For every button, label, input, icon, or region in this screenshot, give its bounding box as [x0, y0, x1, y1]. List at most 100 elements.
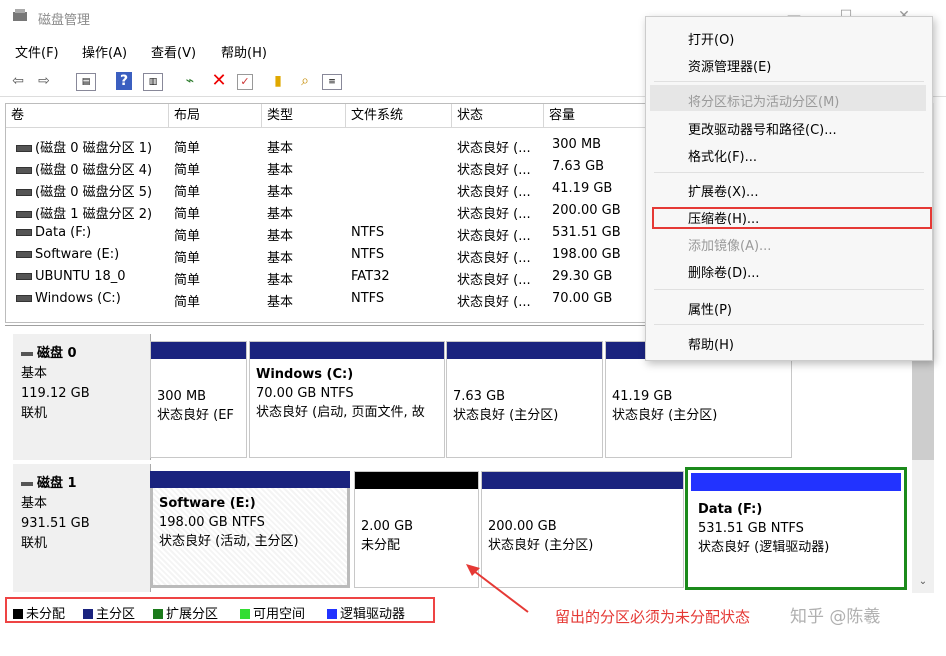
partition-size: 7.63 GB: [453, 389, 506, 404]
column-header-volume[interactable]: 卷: [6, 104, 169, 128]
menu-item-help[interactable]: 帮助(H): [688, 334, 734, 353]
menu-item-extend[interactable]: 扩展卷(X)...: [688, 181, 758, 200]
column-header-type[interactable]: 类型: [262, 104, 346, 128]
open-folder-icon[interactable]: ▮: [268, 71, 288, 91]
table-cell: 7.63 GB: [552, 159, 605, 174]
disk-status: 联机: [21, 406, 48, 421]
volume-name-cell: (磁盘 0 磁盘分区 5): [16, 181, 152, 200]
menu-action[interactable]: 操作(A): [82, 42, 127, 61]
menu-file[interactable]: 文件(F): [15, 42, 59, 61]
table-cell: 基本: [267, 251, 294, 266]
partition-disk0-1[interactable]: 300 MB 状态良好 (EF: [150, 341, 247, 458]
partition-size: 2.00 GB: [361, 519, 414, 534]
disk-icon: [21, 351, 33, 356]
legend: 未分配 主分区 扩展分区 可用空间 逻辑驱动器: [5, 597, 435, 623]
table-cell: FAT32: [351, 269, 390, 284]
partition-size: 300 MB: [157, 389, 207, 404]
column-header-filesystem[interactable]: 文件系统: [346, 104, 452, 128]
table-cell: 简单: [174, 185, 201, 200]
menu-separator: [654, 172, 924, 173]
partition-size: 198.00 GB NTFS: [159, 515, 265, 530]
table-cell: NTFS: [351, 225, 385, 240]
legend-primary: 主分区: [83, 603, 135, 622]
volume-icon: [16, 295, 32, 302]
shrink-highlight-box: [652, 207, 932, 229]
forward-arrow-icon[interactable]: ⇨: [34, 71, 54, 91]
volume-name-cell: UBUNTU 18_0: [16, 269, 126, 284]
disk-type: 基本: [21, 366, 48, 381]
annotation-text: 留出的分区必须为未分配状态: [555, 608, 751, 626]
table-cell: 基本: [267, 273, 294, 288]
menu-item-format[interactable]: 格式化(F)...: [688, 146, 757, 165]
menu-item-add-mirror: 添加镜像(A)...: [688, 239, 772, 254]
partition-bar: [691, 473, 901, 491]
partition-disk0-4[interactable]: 7.63 GB 状态良好 (主分区): [446, 341, 603, 458]
disk-type: 基本: [21, 496, 48, 511]
table-cell: 状态良好 (...: [457, 251, 531, 266]
checklist-icon[interactable]: ✓: [237, 74, 253, 90]
table-cell: 基本: [267, 295, 294, 310]
table-cell: 531.51 GB: [552, 225, 621, 240]
settings-panel-icon[interactable]: ≡: [322, 74, 342, 90]
partition-size: 41.19 GB: [612, 389, 673, 404]
properties-pane-icon[interactable]: ▥: [143, 73, 163, 91]
table-cell: 基本: [267, 141, 294, 156]
partition-data-f[interactable]: Data (F:) 531.51 GB NTFS 状态良好 (逻辑驱动器): [685, 467, 907, 590]
delete-icon[interactable]: ✕: [209, 71, 229, 91]
table-cell: 基本: [267, 207, 294, 222]
table-cell: 基本: [267, 185, 294, 200]
menu-help[interactable]: 帮助(H): [221, 42, 267, 61]
connect-drive-icon[interactable]: ⌁: [180, 71, 200, 91]
partition-bar: [355, 472, 478, 489]
disk-graphical-view: 磁盘 0 基本 119.12 GB 联机 300 MB 状态良好 (EF Win…: [5, 325, 909, 594]
volume-name-cell: Software (E:): [16, 247, 119, 262]
partition-software-e[interactable]: Software (E:) 198.00 GB NTFS 状态良好 (活动, 主…: [150, 471, 350, 588]
table-cell: 状态良好 (...: [457, 295, 531, 310]
partition-bar: [447, 342, 602, 359]
watermark: 知乎 @陈羲: [790, 607, 881, 627]
search-icon[interactable]: ⌕: [295, 71, 315, 91]
volume-name-cell: Windows (C:): [16, 291, 121, 306]
console-tree-icon[interactable]: ▤: [76, 73, 96, 91]
menu-item-delete[interactable]: 删除卷(D)...: [688, 262, 760, 281]
table-cell: 简单: [174, 141, 201, 156]
legend-logical: 逻辑驱动器: [327, 603, 405, 622]
help-icon[interactable]: ?: [116, 72, 132, 90]
menu-view[interactable]: 查看(V): [151, 42, 196, 61]
menu-item-properties[interactable]: 属性(P): [688, 299, 732, 318]
menu-item-mark-active: 将分区标记为活动分区(M): [688, 95, 840, 110]
legend-unallocated: 未分配: [13, 603, 65, 622]
disk-name: 磁盘 0: [37, 346, 77, 361]
menu-separator: [654, 81, 924, 82]
partition-status: 状态良好 (活动, 主分区): [159, 534, 299, 549]
volume-icon: [16, 189, 32, 196]
volume-icon: [16, 167, 32, 174]
column-header-layout[interactable]: 布局: [169, 104, 262, 128]
column-header-status[interactable]: 状态: [452, 104, 544, 128]
menu-separator: [654, 324, 924, 325]
volume-name-cell: (磁盘 1 磁盘分区 2): [16, 203, 152, 222]
table-cell: 基本: [267, 229, 294, 244]
partition-bar: [250, 342, 444, 359]
partition-status: 状态良好 (主分区): [612, 408, 718, 423]
disk-1-info[interactable]: 磁盘 1 基本 931.51 GB 联机: [13, 464, 151, 592]
table-cell: 基本: [267, 163, 294, 178]
partition-windows-c[interactable]: Windows (C:) 70.00 GB NTFS 状态良好 (启动, 页面文…: [249, 341, 445, 458]
table-cell: 300 MB: [552, 137, 602, 152]
back-arrow-icon[interactable]: ⇦: [8, 71, 28, 91]
menu-item-explorer[interactable]: 资源管理器(E): [688, 56, 771, 75]
menu-item-open[interactable]: 打开(O): [688, 29, 734, 48]
table-cell: 状态良好 (...: [457, 207, 531, 222]
volume-icon: [16, 229, 32, 236]
scroll-down-icon[interactable]: ⌄: [915, 576, 931, 587]
partition-title: Data (F:): [698, 502, 763, 517]
disk-status: 联机: [21, 536, 48, 551]
disk-0-info[interactable]: 磁盘 0 基本 119.12 GB 联机: [13, 334, 151, 460]
table-cell: 41.19 GB: [552, 181, 613, 196]
legend-swatch: [327, 609, 337, 619]
menu-item-change-letter[interactable]: 更改驱动器号和路径(C)...: [688, 119, 837, 138]
legend-swatch: [153, 609, 163, 619]
volume-name-cell: (磁盘 0 磁盘分区 1): [16, 137, 152, 156]
table-cell: 198.00 GB: [552, 247, 621, 262]
legend-extended: 扩展分区: [153, 603, 218, 622]
